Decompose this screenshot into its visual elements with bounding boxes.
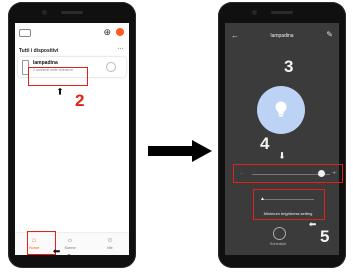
device-detail-screen: ← lampadina ✎ <box>225 23 339 255</box>
device-name: lampadina <box>33 60 58 66</box>
lightbulb-icon <box>275 101 287 117</box>
home-topbar: ⊕ <box>19 27 125 39</box>
brightness-slider-thumb[interactable] <box>318 170 325 177</box>
camera-icon <box>252 10 257 15</box>
callout-1: 1 <box>64 251 74 270</box>
schedule-clock-icon[interactable] <box>273 227 286 240</box>
home-screen: ⊕ Tutti i dispositivi … lampadina 2 ambi… <box>15 23 129 255</box>
home-selector-icon[interactable] <box>19 29 31 37</box>
scene-icon: ☼ <box>66 237 74 244</box>
nav-scene-label: Scene <box>64 245 76 250</box>
slider-min-label: ... <box>240 170 244 175</box>
profile-icon: ☺ <box>106 237 114 244</box>
callout-2: 2 <box>75 91 85 110</box>
edit-icon[interactable]: ✎ <box>326 30 333 39</box>
min-brightness-label: Minimum brightness setting <box>263 211 313 216</box>
speaker-grille <box>271 11 293 14</box>
phone-left: ⊕ Tutti i dispositivi … lampadina 2 ambi… <box>8 2 136 268</box>
speaker-grille <box>61 11 83 14</box>
camera-icon <box>42 10 47 15</box>
devices-title: Tutti i dispositivi <box>19 48 59 54</box>
slider-max-label: ·☀· <box>331 170 338 175</box>
callout-3: 3 <box>284 57 294 76</box>
more-icon[interactable]: … <box>117 44 124 51</box>
add-button[interactable] <box>116 28 124 36</box>
min-brightness-slider[interactable] <box>262 199 314 200</box>
callout-4: 4 <box>260 134 270 153</box>
transition-arrow-icon <box>148 140 212 162</box>
schedule-label: Schedule <box>269 241 287 246</box>
device-highlight-box <box>28 67 88 86</box>
min-brightness-thumb[interactable]: ▲ <box>260 196 265 202</box>
device-title: lampadina <box>270 33 294 39</box>
nav-me[interactable]: ☺ Me <box>95 236 125 250</box>
nav-me-label: Me <box>107 245 113 250</box>
callout-5: 5 <box>320 227 330 246</box>
add-device-icon[interactable]: ⊕ <box>103 27 111 38</box>
power-button[interactable] <box>106 62 116 72</box>
